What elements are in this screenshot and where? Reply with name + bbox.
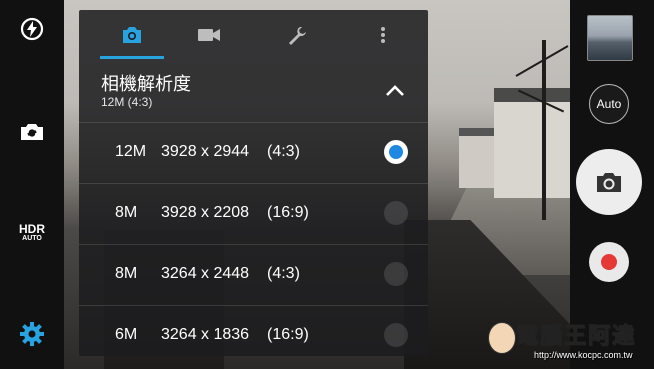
settings-tabs — [79, 10, 428, 60]
left-toolbar: HDR AUTO — [0, 0, 64, 369]
radio-selected[interactable] — [384, 140, 408, 164]
hdr-label: HDR — [19, 221, 45, 236]
watermark-text: 電腦王阿達 — [515, 323, 637, 349]
chevron-up-icon[interactable] — [385, 84, 405, 98]
radio-dot — [389, 145, 403, 159]
wrench-icon — [289, 27, 306, 45]
option-aspect-ratio: (4:3) — [267, 265, 300, 282]
option-resolution: 3928 x 2208 — [161, 204, 250, 221]
option-aspect-ratio: (16:9) — [267, 204, 309, 221]
video-camera-icon — [198, 29, 220, 41]
hdr-auto-icon[interactable]: HDR AUTO — [18, 218, 46, 246]
mascot-face-icon — [488, 322, 516, 354]
watermark: 電腦王阿達 http://www.kocpc.com.tw — [488, 318, 654, 368]
radio-unselected[interactable] — [384, 262, 408, 286]
record-dot — [601, 254, 617, 270]
camera-screen: HDR AUTO Auto 相機解析度 12M (4:3) 12M 3928 x… — [0, 0, 654, 369]
switch-camera-icon[interactable] — [18, 118, 46, 146]
tree-trunk — [542, 40, 546, 220]
option-resolution: 3264 x 2448 — [161, 265, 250, 282]
watermark-url: http://www.kocpc.com.tw — [534, 350, 633, 360]
option-resolution: 3928 x 2944 — [161, 143, 250, 160]
tab-video[interactable] — [187, 20, 231, 50]
tab-camera[interactable] — [110, 20, 154, 50]
tab-tools[interactable] — [275, 20, 319, 50]
auto-mode-button[interactable]: Auto — [589, 84, 629, 124]
right-toolbar: Auto — [570, 0, 654, 369]
section-title: 相機解析度 — [101, 74, 191, 94]
hdr-sub-label: AUTO — [22, 234, 42, 242]
camera-icon — [123, 27, 141, 43]
tab-more[interactable] — [361, 20, 405, 50]
shutter-button[interactable] — [576, 149, 642, 215]
more-vertical-icon — [381, 27, 385, 43]
option-megapixels: 8M — [115, 265, 138, 282]
gallery-thumbnail[interactable] — [587, 15, 633, 61]
camera-icon — [597, 173, 621, 192]
option-aspect-ratio: (16:9) — [267, 326, 309, 343]
gear-icon[interactable] — [18, 320, 46, 348]
resolution-option[interactable]: 8M 3928 x 2208 (16:9) — [79, 183, 428, 244]
flash-auto-icon[interactable] — [18, 15, 46, 43]
active-tab-indicator — [100, 56, 164, 59]
option-aspect-ratio: (4:3) — [267, 143, 300, 160]
option-resolution: 3264 x 1836 — [161, 326, 250, 343]
section-current-value: 12M (4:3) — [101, 95, 153, 109]
option-megapixels: 8M — [115, 204, 138, 221]
radio-unselected[interactable] — [384, 201, 408, 225]
radio-unselected[interactable] — [384, 323, 408, 347]
record-button[interactable] — [589, 242, 629, 282]
option-megapixels: 12M — [115, 143, 147, 160]
resolution-option[interactable]: 12M 3928 x 2944 (4:3) — [79, 122, 428, 183]
option-megapixels: 6M — [115, 326, 138, 343]
resolution-option[interactable]: 8M 3264 x 2448 (4:3) — [79, 244, 428, 305]
resolution-option[interactable]: 6M 3264 x 1836 (16:9) — [79, 305, 428, 357]
resolution-section-header[interactable]: 相機解析度 12M (4:3) — [79, 64, 428, 122]
settings-panel: 相機解析度 12M (4:3) 12M 3928 x 2944 (4:3) 8M… — [79, 10, 428, 356]
building-white — [494, 88, 570, 198]
